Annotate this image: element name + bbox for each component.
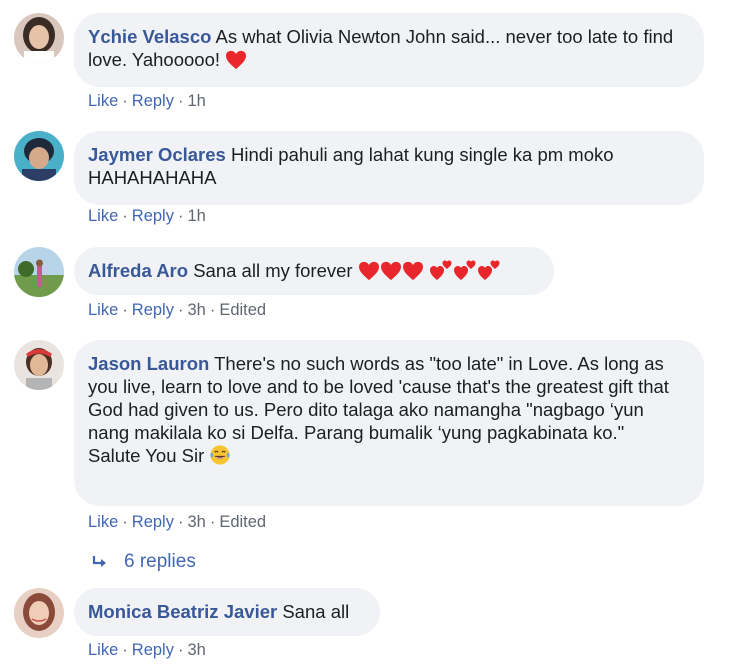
separator-dot: · — [209, 513, 216, 531]
separator-dot: · — [122, 92, 128, 110]
separator-dot: · — [209, 301, 216, 319]
comment-actions: Like · Reply · 3h · Edited — [88, 513, 266, 532]
comment-actions: Like · Reply · 1h — [88, 92, 206, 111]
replies-count[interactable]: 6 replies — [124, 551, 196, 572]
comment-bubble: Alfreda Aro Sana all my forever — [74, 247, 554, 295]
comment-author[interactable]: Jason Lauron — [88, 353, 209, 374]
like-link[interactable]: Like — [88, 301, 118, 319]
reply-link[interactable]: Reply — [132, 207, 174, 225]
comment-author[interactable]: Alfreda Aro — [88, 260, 188, 281]
separator-dot: · — [177, 207, 184, 225]
edited-label[interactable]: Edited — [219, 513, 266, 531]
two-hearts-icon — [477, 259, 501, 286]
comment-actions: Like · Reply · 3h · Edited — [88, 301, 266, 320]
timestamp[interactable]: 1h — [187, 207, 205, 225]
comment-actions: Like · Reply · 1h — [88, 207, 206, 226]
like-link[interactable]: Like — [88, 513, 118, 531]
comment-text-line2: Salute You Sir — [88, 445, 205, 466]
view-replies-link[interactable]: 6 replies — [92, 551, 196, 573]
reply-link[interactable]: Reply — [132, 301, 174, 319]
comment-author[interactable]: Jaymer Oclares — [88, 144, 226, 165]
comment-author[interactable]: Monica Beatriz Javier — [88, 601, 277, 622]
avatar[interactable] — [14, 340, 64, 390]
separator-dot: · — [177, 641, 184, 659]
avatar[interactable] — [14, 13, 64, 63]
timestamp[interactable]: 3h — [187, 641, 205, 659]
comment-bubble: Jason Lauron There's no such words as "t… — [74, 340, 704, 506]
comment-text: Sana all — [282, 601, 350, 622]
edited-label[interactable]: Edited — [219, 301, 266, 319]
comment-bubble: Monica Beatriz Javier Sana all — [74, 588, 380, 636]
separator-dot: · — [122, 207, 128, 225]
comment-author[interactable]: Ychie Velasco — [88, 26, 211, 47]
two-hearts-icon — [453, 259, 477, 286]
timestamp[interactable]: 3h — [187, 301, 205, 319]
reply-link[interactable]: Reply — [132, 92, 174, 110]
separator-dot: · — [177, 513, 184, 531]
like-link[interactable]: Like — [88, 207, 118, 225]
comment-actions: Like · Reply · 3h — [88, 641, 206, 660]
separator-dot: · — [122, 513, 128, 531]
avatar[interactable] — [14, 131, 64, 181]
red-heart-icon — [225, 50, 247, 75]
red-heart-icon — [380, 261, 402, 286]
tears-of-joy-icon — [209, 444, 231, 471]
avatar[interactable] — [14, 588, 64, 638]
reply-arrow-icon — [92, 556, 106, 567]
comment-bubble: Jaymer Oclares Hindi pahuli ang lahat ku… — [74, 131, 704, 205]
like-link[interactable]: Like — [88, 641, 118, 659]
comment-bubble: Ychie Velasco As what Olivia Newton John… — [74, 13, 704, 87]
avatar[interactable] — [14, 247, 64, 297]
separator-dot: · — [177, 92, 184, 110]
reply-link[interactable]: Reply — [132, 641, 174, 659]
red-heart-icon — [358, 261, 380, 286]
separator-dot: · — [177, 301, 184, 319]
separator-dot: · — [122, 301, 128, 319]
comment-text: Sana all my forever — [193, 260, 353, 281]
timestamp[interactable]: 1h — [187, 92, 205, 110]
like-link[interactable]: Like — [88, 92, 118, 110]
two-hearts-icon — [429, 259, 453, 286]
reply-link[interactable]: Reply — [132, 513, 174, 531]
red-heart-icon — [402, 261, 424, 286]
separator-dot: · — [122, 641, 128, 659]
timestamp[interactable]: 3h — [187, 513, 205, 531]
